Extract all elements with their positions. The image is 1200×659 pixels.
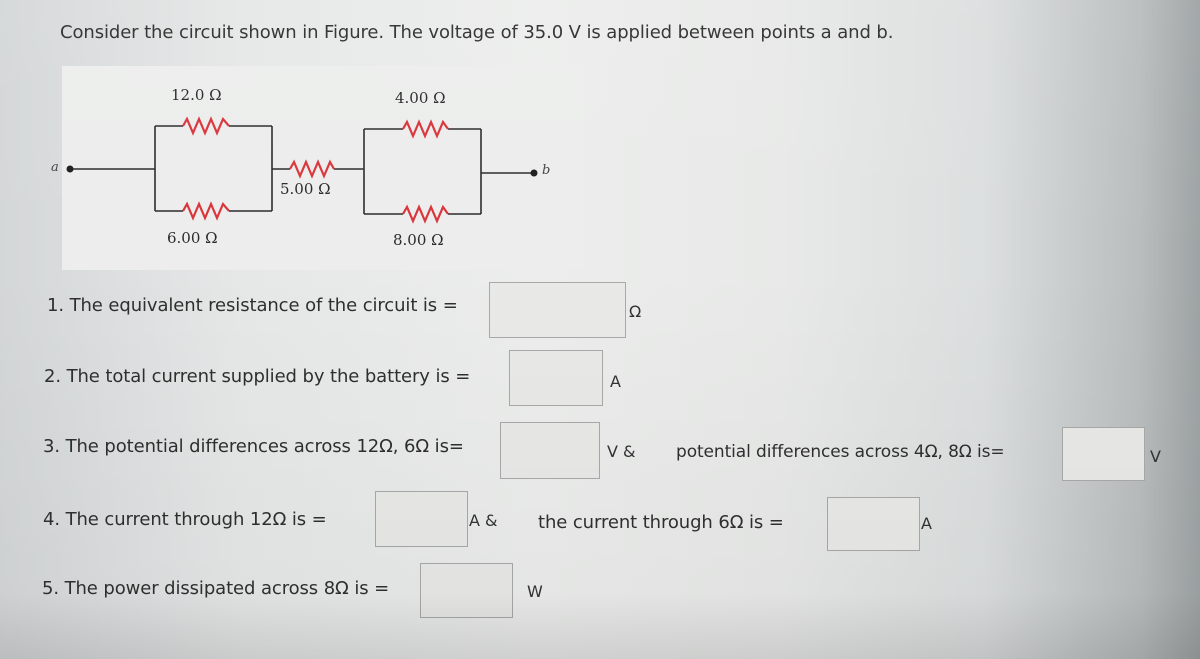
question-2-text: 2. The total current supplied by the bat… (44, 366, 471, 387)
question-5-unit: W (527, 582, 543, 601)
resistor-8-zigzag (402, 204, 449, 224)
resistor-5-label: 5.00 Ω (280, 180, 331, 198)
node-b-terminal (530, 169, 538, 177)
question-4b-text: the current through 6Ω is = (538, 512, 784, 533)
resistor-6-zigzag (182, 201, 230, 221)
question-3b-unit: V (1150, 447, 1161, 466)
question-4-unit: A & (469, 511, 498, 530)
question-3-unit: V & (607, 442, 636, 461)
node-a-label: a (51, 160, 59, 175)
circuit-figure: a b 12.0 Ω 6.00 Ω 5.00 Ω 4.00 Ω 8.00 Ω (51, 66, 584, 270)
resistor-12-zigzag (182, 116, 230, 136)
power-8-input[interactable] (420, 563, 513, 618)
node-a-terminal (66, 165, 74, 173)
current-12-input[interactable] (375, 491, 468, 547)
question-1-unit: Ω (629, 302, 642, 321)
problem-statement: Consider the circuit shown in Figure. Th… (60, 22, 894, 43)
circuit-diagram (66, 116, 538, 224)
question-2-unit: A (610, 372, 621, 391)
current-6-input[interactable] (827, 497, 920, 551)
question-3-text: 3. The potential differences across 12Ω,… (43, 436, 464, 457)
question-3b-text: potential differences across 4Ω, 8Ω is= (676, 442, 1005, 462)
pd-12-6-input[interactable] (500, 422, 600, 479)
question-1-text: 1. The equivalent resistance of the circ… (47, 295, 458, 316)
pd-4-8-input[interactable] (1062, 427, 1145, 481)
equivalent-resistance-input[interactable] (489, 282, 626, 338)
total-current-input[interactable] (509, 350, 603, 406)
question-5-text: 5. The power dissipated across 8Ω is = (42, 578, 390, 599)
node-b-label: b (542, 163, 551, 178)
question-4b-unit: A (921, 514, 932, 533)
resistor-12-label: 12.0 Ω (171, 86, 222, 104)
resistor-6-label: 6.00 Ω (167, 229, 218, 247)
resistor-8-label: 8.00 Ω (393, 231, 444, 249)
resistor-4-label: 4.00 Ω (395, 89, 446, 107)
resistor-4-zigzag (402, 119, 449, 139)
resistor-symbols (182, 116, 449, 224)
resistor-5-zigzag (289, 159, 335, 179)
question-4-text: 4. The current through 12Ω is = (43, 509, 327, 530)
